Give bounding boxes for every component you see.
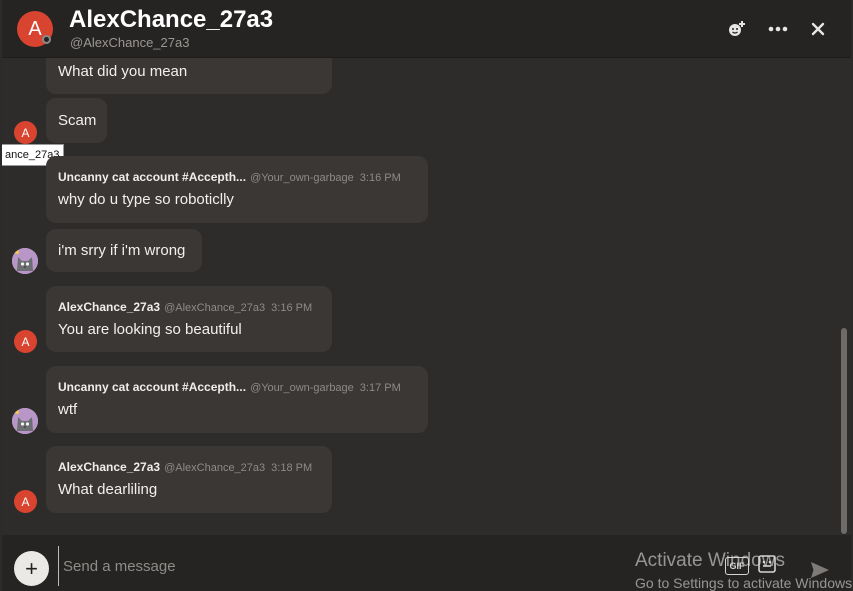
page-title: AlexChance_27a3 (69, 6, 274, 33)
status-indicator (42, 35, 51, 44)
close-icon[interactable] (806, 17, 830, 41)
message-time: 3:16 PM (359, 172, 401, 184)
sticker-icon[interactable] (758, 555, 776, 573)
avatar-letter: A (21, 494, 30, 509)
message-text: i'm srry if i'm wrong (58, 242, 186, 259)
message-username[interactable]: AlexChance_27a3 (58, 300, 160, 314)
message-handle: @Your_own-garbage (250, 172, 354, 184)
scrollbar[interactable] (841, 328, 847, 534)
message-bubble[interactable]: i'm srry if i'm wrong (46, 229, 202, 272)
send-icon[interactable] (810, 561, 830, 579)
message-text: What did you mean (58, 63, 188, 80)
message-bubble[interactable]: What did you mean (46, 58, 332, 94)
message-input[interactable] (58, 546, 788, 586)
message-handle: @Your_own-garbage (250, 382, 354, 394)
message-meta: Uncanny cat account #Accepth... @Your_own… (58, 170, 401, 184)
message-meta: Uncanny cat account #Accepth... @Your_own… (58, 380, 401, 394)
message-time: 3:17 PM (359, 382, 401, 394)
message-text: What dearliling (58, 481, 158, 498)
cat-avatar-icon[interactable] (12, 408, 38, 434)
message-bubble[interactable]: AlexChance_27a3 @AlexChance_27a3 3:18 PM W… (46, 446, 332, 513)
message-username[interactable]: AlexChance_27a3 (58, 460, 160, 474)
user-handle: @AlexChance_27a3 (70, 35, 190, 50)
more-options-icon[interactable] (766, 17, 790, 41)
avatar[interactable]: A (14, 490, 37, 513)
avatar[interactable]: A (14, 330, 37, 353)
message-composer: + GIF (2, 535, 851, 591)
message-bubble[interactable]: AlexChance_27a3 @AlexChance_27a3 3:16 PM Y… (46, 286, 332, 352)
chat-window: A AlexChance_27a3 @AlexChance_27a3 What … (2, 0, 851, 591)
message-username[interactable]: Uncanny cat account #Accepth... (58, 380, 246, 394)
message-text: You are looking so beautiful (58, 321, 242, 338)
message-username[interactable]: Uncanny cat account #Accepth... (58, 170, 246, 184)
message-text: why do u type so roboticlly (58, 191, 234, 208)
message-handle: @AlexChance_27a3 (164, 302, 266, 314)
message-text: Scam (58, 112, 97, 129)
message-bubble[interactable]: Uncanny cat account #Accepth... @Your_own… (46, 366, 428, 433)
message-bubble[interactable]: Uncanny cat account #Accepth... @Your_own… (46, 156, 428, 223)
message-list[interactable]: What did you mean A Scam ance_27a3 Uncan… (2, 58, 851, 535)
avatar-letter: A (28, 17, 42, 40)
add-attachment-button[interactable]: + (14, 551, 49, 586)
gif-button[interactable]: GIF (725, 557, 749, 575)
message-meta: AlexChance_27a3 @AlexChance_27a3 3:18 PM (58, 460, 312, 474)
avatar-letter: A (21, 334, 30, 349)
message-time: 3:16 PM (271, 302, 313, 314)
message-handle: @AlexChance_27a3 (164, 462, 266, 474)
chat-header: A AlexChance_27a3 @AlexChance_27a3 (2, 0, 851, 58)
add-friend-icon[interactable] (725, 17, 749, 41)
avatar-letter: A (21, 125, 30, 140)
cat-avatar-icon[interactable] (12, 248, 38, 274)
message-meta: AlexChance_27a3 @AlexChance_27a3 3:16 PM (58, 300, 312, 314)
message-text: wtf (58, 401, 78, 418)
message-time: 3:18 PM (271, 462, 313, 474)
message-bubble[interactable]: Scam (46, 98, 107, 143)
avatar[interactable]: A (14, 121, 37, 144)
